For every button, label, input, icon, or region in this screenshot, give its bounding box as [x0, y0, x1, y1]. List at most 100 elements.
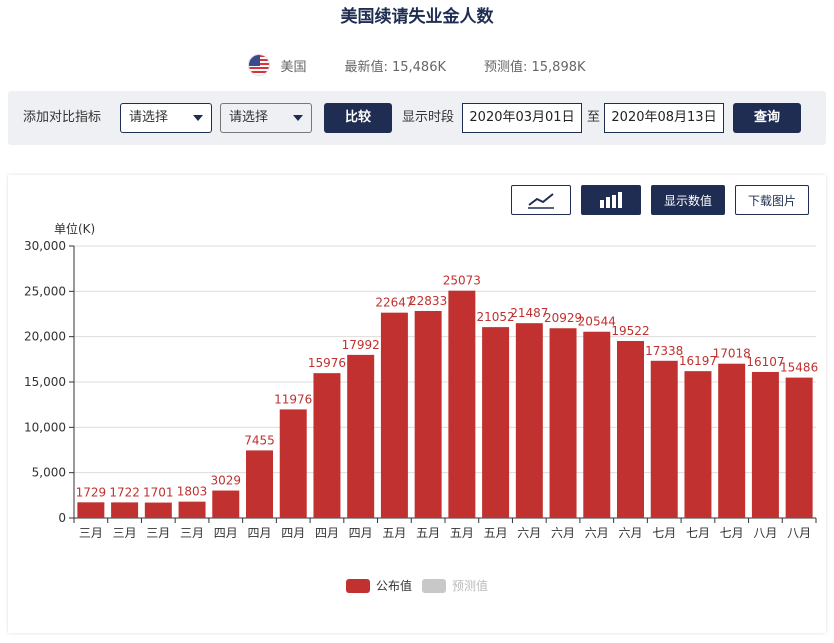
bar-value-label: 1722 — [109, 485, 140, 499]
bar-value-label: 17338 — [645, 344, 683, 358]
x-tick-label: 三月 — [146, 526, 170, 540]
y-tick-label: 20,000 — [24, 330, 66, 344]
bar-value-label: 11976 — [274, 392, 312, 406]
x-tick-label: 八月 — [787, 526, 811, 540]
x-tick-label: 六月 — [618, 526, 642, 540]
x-tick-label: 七月 — [686, 526, 710, 540]
legend-swatch-forecast — [422, 579, 446, 593]
x-tick-label: 六月 — [585, 526, 609, 540]
x-tick-label: 四月 — [349, 526, 373, 540]
bar — [380, 312, 408, 518]
bar — [246, 450, 273, 518]
x-tick-label: 四月 — [281, 526, 305, 540]
bar — [347, 354, 375, 518]
legend-label-published: 公布值 — [376, 578, 412, 593]
bar-value-label: 20544 — [578, 315, 616, 329]
compare-select-1[interactable]: 请选择 — [120, 103, 212, 133]
y-tick-label: 0 — [58, 511, 66, 525]
compare-button[interactable]: 比较 — [324, 103, 392, 133]
x-tick-label: 六月 — [551, 526, 575, 540]
bar-value-label: 20929 — [544, 311, 582, 325]
x-tick-label: 五月 — [484, 526, 508, 540]
bar — [617, 341, 644, 518]
x-tick-label: 三月 — [180, 526, 204, 540]
bar-value-label: 21052 — [476, 310, 514, 324]
bar-value-label: 19522 — [611, 324, 649, 338]
y-unit-label: 单位(K) — [54, 221, 95, 236]
start-date-input[interactable]: 2020年03月01日 — [462, 103, 582, 133]
x-tick-label: 三月 — [113, 526, 137, 540]
bar — [718, 363, 746, 518]
bar — [482, 327, 510, 518]
filter-bar: 添加对比指标 请选择 请选择 比较 显示时段 2020年03月01日 至 202… — [8, 91, 826, 145]
bar-value-label: 21487 — [510, 306, 548, 320]
x-tick-label: 七月 — [720, 526, 744, 540]
bar-value-label: 22647 — [375, 296, 413, 310]
bar-value-label: 1729 — [76, 485, 107, 499]
x-tick-label: 五月 — [382, 526, 406, 540]
bar — [515, 323, 543, 518]
x-tick-label: 六月 — [517, 526, 541, 540]
add-compare-label: 添加对比指标 — [23, 110, 102, 125]
legend-swatch-published — [346, 579, 370, 593]
latest-value: 最新值: 15,486K — [344, 59, 446, 75]
chevron-down-icon — [293, 115, 303, 121]
bar-value-label: 15976 — [308, 356, 346, 370]
query-button[interactable]: 查询 — [733, 103, 801, 133]
bar — [785, 377, 813, 518]
bar — [178, 501, 206, 518]
x-tick-label: 八月 — [753, 526, 777, 540]
bar-value-label: 25073 — [443, 274, 481, 288]
bar-value-label: 15486 — [780, 361, 818, 375]
bar — [751, 371, 779, 518]
compare-select-1-value: 请选择 — [129, 110, 169, 125]
bar — [279, 409, 307, 518]
forecast-value: 预测值: 15,898K — [484, 59, 586, 75]
bar — [313, 373, 341, 518]
y-tick-label: 10,000 — [24, 420, 66, 434]
x-tick-label: 五月 — [416, 526, 440, 540]
x-tick-label: 四月 — [247, 526, 271, 540]
bar — [650, 360, 678, 518]
bar-value-label: 1803 — [177, 485, 208, 499]
bar-value-label: 7455 — [244, 433, 275, 447]
to-label: 至 — [587, 110, 601, 125]
bar — [414, 310, 442, 518]
bar-value-label: 17992 — [342, 338, 380, 352]
chevron-down-icon — [193, 115, 203, 121]
page-title: 美国续请失业金人数 — [340, 7, 494, 27]
end-date-input[interactable]: 2020年08月13日 — [604, 103, 724, 133]
bar — [448, 290, 476, 518]
compare-select-2-value: 请选择 — [229, 110, 269, 125]
compare-select-2[interactable]: 请选择 — [220, 103, 312, 133]
x-tick-label: 三月 — [79, 526, 103, 540]
y-tick-label: 30,000 — [24, 239, 66, 253]
y-tick-label: 5,000 — [32, 466, 66, 480]
x-tick-label: 五月 — [450, 526, 474, 540]
bar-value-label: 3029 — [210, 474, 241, 488]
bar — [684, 371, 712, 518]
us-flag-icon — [248, 54, 271, 76]
period-label: 显示时段 — [402, 110, 455, 125]
summary-row: 美国 最新值: 15,486K 预测值: 15,898K — [0, 54, 834, 76]
bar-value-label: 16197 — [679, 354, 717, 368]
legend-label-forecast: 预测值 — [452, 578, 488, 593]
y-tick-label: 15,000 — [24, 375, 66, 389]
bar-value-label: 17018 — [713, 347, 751, 361]
chart-card: 显示数值 下载图片 单位(K) 0 5,000 10,000 15,000 20,000 2… — [8, 175, 826, 633]
bar-value-label: 22833 — [409, 294, 447, 308]
bar-value-label: 16107 — [746, 355, 784, 369]
bar-value-label: 1701 — [143, 486, 174, 500]
x-tick-label: 七月 — [652, 526, 676, 540]
bar-chart: 单位(K) 0 5,000 10,000 15,000 20,000 25,000 30,00… — [24, 221, 818, 593]
bar — [111, 502, 139, 518]
country-label: 美国 — [280, 59, 307, 75]
x-tick-label: 四月 — [214, 526, 238, 540]
y-tick-label: 25,000 — [24, 284, 66, 298]
bar — [583, 331, 611, 518]
bar — [77, 502, 105, 518]
x-tick-label: 四月 — [315, 526, 339, 540]
bar — [212, 490, 240, 518]
bar — [144, 502, 172, 518]
bar — [549, 328, 577, 518]
